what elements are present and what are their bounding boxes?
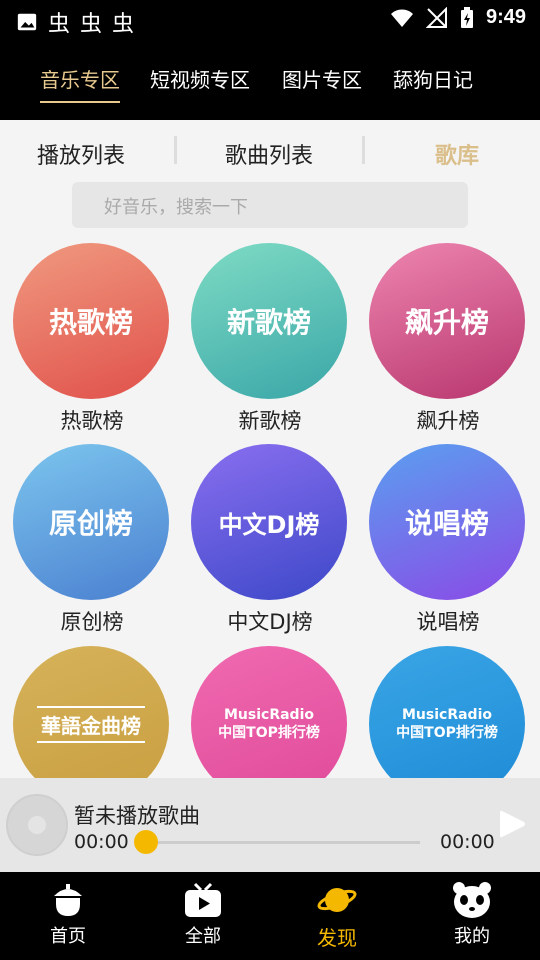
chart-cover-text: 華語金曲榜 (37, 705, 145, 743)
no-signal-icon (425, 6, 447, 28)
chart-cover-text: MusicRadio (402, 707, 492, 723)
chart-item-rap[interactable]: 说唱榜 说唱榜 (369, 444, 527, 636)
progress-track[interactable] (144, 841, 420, 844)
chart-item-new[interactable]: 新歌榜 新歌榜 (191, 243, 349, 435)
sub-tab-bar: 播放列表 歌曲列表 歌库 (0, 120, 540, 182)
chart-cover-text: 飙升榜 (404, 306, 489, 339)
nav-label: 全部 (185, 926, 221, 947)
search-placeholder: 好音乐，搜索一下 (104, 197, 248, 218)
nav-label: 我的 (454, 926, 490, 947)
chart-cover[interactable]: 新歌榜 (191, 243, 347, 399)
chart-label: 说唱榜 (416, 610, 480, 634)
top-tab-bar: 音乐专区 短视频专区 图片专区 舔狗日记 (0, 38, 540, 120)
tab-song-list[interactable]: 歌曲列表 (225, 138, 313, 170)
chart-cover[interactable]: 热歌榜 (13, 243, 169, 399)
panda-icon (453, 882, 491, 918)
chart-item-chinese-dj[interactable]: 中文DJ榜 中文DJ榜 (191, 444, 349, 636)
bottom-nav: 首页 全部 发现 我的 (0, 872, 540, 960)
active-tab-indicator (40, 101, 120, 103)
chart-label: 中文DJ榜 (227, 610, 313, 634)
mini-player: 暂未播放歌曲 00:00 00:00 (0, 778, 540, 872)
current-time: 00:00 (74, 831, 129, 853)
divider (362, 136, 365, 164)
nav-all[interactable]: 全部 (158, 878, 248, 948)
song-title: 暂未播放歌曲 (74, 804, 200, 828)
chart-item-hot[interactable]: 热歌榜 热歌榜 (13, 243, 171, 435)
image-icon (17, 13, 37, 31)
tab-music-zone[interactable]: 音乐专区 (40, 64, 120, 93)
chart-cover[interactable]: 原创榜 (13, 444, 169, 600)
chart-label: 飙升榜 (416, 409, 480, 433)
wifi-icon (390, 9, 413, 27)
chart-cover-subtext: 中国TOP排行榜 (396, 725, 498, 741)
nav-label: 发现 (317, 926, 357, 950)
chart-cover[interactable]: 飙升榜 (369, 243, 525, 399)
status-right: 9:49 (390, 6, 526, 29)
app-notify-icon: 虫 (48, 12, 71, 37)
album-disc[interactable] (6, 794, 68, 856)
chart-cover-text: 新歌榜 (226, 306, 311, 339)
tab-playlist[interactable]: 播放列表 (37, 138, 125, 170)
nav-label: 首页 (50, 926, 86, 947)
chart-cover-text: MusicRadio (224, 707, 314, 723)
tv-play-icon (185, 882, 221, 917)
chart-cover-text: 热歌榜 (48, 306, 133, 339)
chart-label: 新歌榜 (238, 409, 302, 433)
battery-charging-icon (460, 6, 473, 28)
app-notify-icon: 虫 (112, 12, 135, 37)
tab-song-library[interactable]: 歌库 (435, 138, 479, 170)
chart-cover-text: 原创榜 (48, 507, 133, 540)
chart-label: 热歌榜 (60, 409, 124, 433)
status-left: 虫 虫 虫 (16, 6, 134, 38)
progress-handle[interactable] (134, 830, 158, 854)
nav-discover[interactable]: 发现 (292, 878, 382, 951)
chart-label: 原创榜 (60, 610, 124, 634)
app-notify-icon: 虫 (80, 12, 103, 37)
nav-home[interactable]: 首页 (23, 878, 113, 948)
tab-short-video-zone[interactable]: 短视频专区 (150, 64, 250, 93)
play-icon[interactable] (496, 808, 528, 840)
tab-picture-zone[interactable]: 图片专区 (282, 64, 362, 93)
chart-item-rising[interactable]: 飙升榜 飙升榜 (369, 243, 527, 435)
search-input[interactable]: 好音乐，搜索一下 (72, 182, 468, 228)
chart-cover-subtext: 中国TOP排行榜 (218, 725, 320, 741)
chart-item-original[interactable]: 原创榜 原创榜 (13, 444, 171, 636)
chart-cover[interactable]: 中文DJ榜 (191, 444, 347, 600)
chart-cover[interactable]: 说唱榜 (369, 444, 525, 600)
acorn-icon (54, 884, 82, 916)
nav-mine[interactable]: 我的 (427, 878, 517, 948)
divider (174, 136, 177, 164)
clock: 9:49 (485, 6, 526, 28)
status-bar: 虫 虫 虫 9:49 (0, 0, 540, 38)
planet-icon (317, 888, 357, 912)
total-time: 00:00 (440, 831, 495, 853)
chart-cover-text: 说唱榜 (404, 507, 489, 540)
chart-cover-text: 中文DJ榜 (218, 510, 320, 539)
tab-diary[interactable]: 舔狗日记 (393, 64, 473, 93)
